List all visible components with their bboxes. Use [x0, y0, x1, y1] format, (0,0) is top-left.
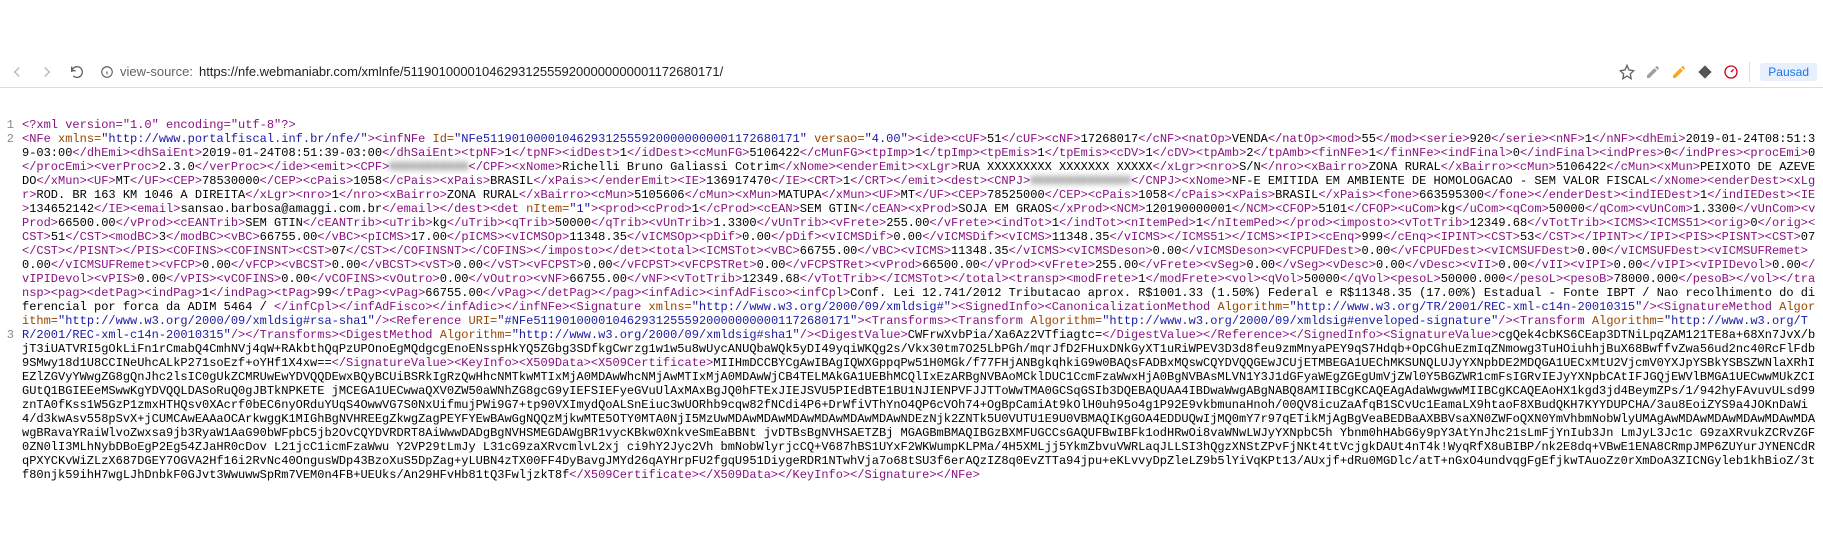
- url-prefix: view-source:: [120, 64, 193, 79]
- code-content[interactable]: <?xml version="1.0" encoding="utf-8"?><N…: [18, 116, 1823, 484]
- info-icon: [100, 65, 114, 79]
- reload-button[interactable]: [66, 61, 88, 83]
- url-text: https://nfe.webmaniabr.com/xmlnfe/511901…: [199, 64, 723, 79]
- paused-badge[interactable]: Pausad: [1760, 63, 1817, 81]
- toolbar-right: Pausad: [1619, 62, 1817, 82]
- line-gutter: 1 2 3: [0, 116, 18, 342]
- pencil-orange-icon[interactable]: [1671, 64, 1687, 80]
- pencil-gray-icon[interactable]: [1645, 64, 1661, 80]
- forward-button[interactable]: [36, 61, 58, 83]
- address-bar[interactable]: view-source: https://nfe.webmaniabr.com/x…: [96, 64, 1611, 79]
- source-view: 1 2 3 <?xml version="1.0" encoding="utf-…: [0, 116, 1823, 484]
- gauge-icon[interactable]: [1723, 64, 1739, 80]
- xml-declaration: <?xml version="1.0" encoding="utf-8"?>: [22, 118, 296, 132]
- star-icon[interactable]: [1619, 64, 1635, 80]
- browser-toolbar: view-source: https://nfe.webmaniabr.com/x…: [0, 56, 1823, 88]
- diamond-icon[interactable]: [1697, 64, 1713, 80]
- back-button[interactable]: [6, 61, 28, 83]
